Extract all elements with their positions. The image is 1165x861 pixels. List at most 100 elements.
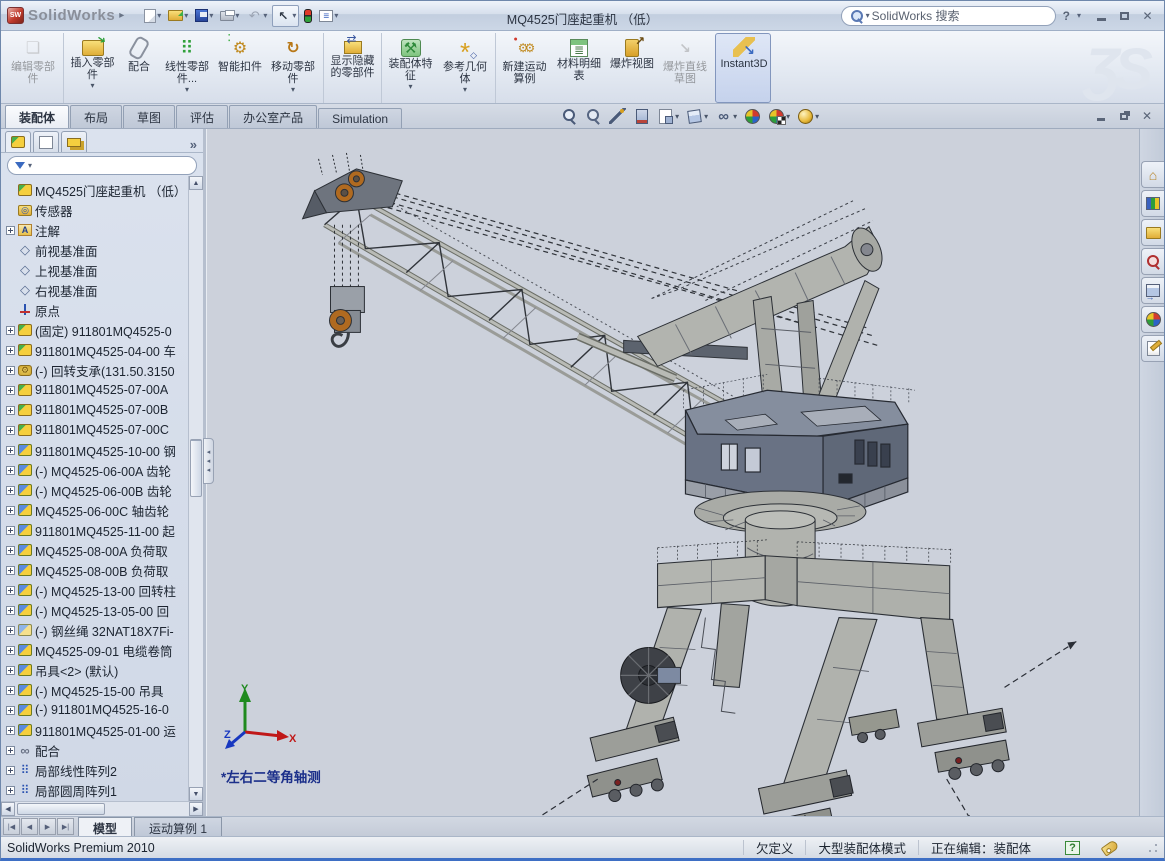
scroll-left-icon[interactable]: ◀ bbox=[1, 802, 15, 816]
panel-splitter-handle[interactable]: ◂◂◂ bbox=[203, 438, 214, 484]
ribbon-button[interactable]: Instant3D ▾ bbox=[715, 33, 771, 103]
minimize-button[interactable] bbox=[1093, 8, 1110, 23]
expand-toggle-icon[interactable] bbox=[6, 406, 15, 415]
expand-toggle-icon[interactable] bbox=[6, 526, 15, 535]
menu-expand-arrow-icon[interactable]: ▸ bbox=[119, 10, 124, 21]
tree-item[interactable]: 911801MQ4525-11-00 起 bbox=[4, 520, 188, 540]
doc-minimize-button[interactable] bbox=[1094, 110, 1108, 123]
dropdown-arrow-icon[interactable]: ▾ bbox=[675, 112, 679, 121]
tree-item[interactable]: 911801MQ4525-10-00 钢 bbox=[4, 440, 188, 460]
doc-restore-button[interactable] bbox=[1117, 110, 1131, 123]
configurationmanager-tab[interactable] bbox=[61, 131, 87, 152]
expand-toggle-icon[interactable] bbox=[6, 586, 15, 595]
expand-toggle-icon[interactable] bbox=[6, 606, 15, 615]
task-pane-button[interactable] bbox=[1141, 161, 1164, 188]
command-tab[interactable]: 办公室产品 bbox=[229, 105, 317, 128]
tree-item[interactable]: 传感器 bbox=[4, 200, 188, 220]
task-pane-button[interactable] bbox=[1141, 335, 1164, 362]
tree-item[interactable]: (-) MQ4525-06-00B 齿轮 bbox=[4, 480, 188, 500]
scroll-right-icon[interactable]: ▶ bbox=[189, 802, 203, 816]
view-tool-button[interactable]: ▾ bbox=[768, 108, 790, 124]
ribbon-button[interactable]: 移动零部件 ▾ bbox=[265, 33, 321, 103]
tree-item[interactable]: (-) MQ4525-15-00 吊具 bbox=[4, 680, 188, 700]
sheet-nav-button[interactable]: ▶ bbox=[39, 818, 56, 835]
expand-toggle-icon[interactable] bbox=[6, 426, 15, 435]
tree-item[interactable]: (-) 911801MQ4525-16-0 bbox=[4, 700, 188, 720]
ribbon-button[interactable]: 装配体特征 ▾ bbox=[381, 33, 437, 103]
command-tab[interactable]: 评估 bbox=[176, 105, 228, 128]
expand-toggle-icon[interactable] bbox=[6, 466, 15, 475]
expand-toggle-icon[interactable] bbox=[6, 446, 15, 455]
view-tool-button[interactable]: ▾ bbox=[715, 108, 737, 124]
task-pane-button[interactable] bbox=[1141, 219, 1164, 246]
view-tool-button[interactable]: ▾ bbox=[657, 108, 679, 124]
scrollbar-thumb[interactable] bbox=[17, 803, 105, 815]
tree-item[interactable]: 911801MQ4525-07-00A bbox=[4, 380, 188, 400]
tree-item[interactable]: 配合 bbox=[4, 740, 188, 760]
view-tool-button[interactable]: ▾ bbox=[585, 108, 602, 124]
tree-item[interactable]: 原点 bbox=[4, 300, 188, 320]
tree-item[interactable]: 911801MQ4525-07-00B bbox=[4, 400, 188, 420]
dropdown-arrow-icon[interactable]: ▾ bbox=[408, 83, 412, 91]
tree-item[interactable]: MQ4525-06-00C 轴齿轮 bbox=[4, 500, 188, 520]
dropdown-arrow-icon[interactable]: ▾ bbox=[733, 112, 737, 121]
resize-grip[interactable] bbox=[1148, 843, 1158, 853]
tree-horizontal-scrollbar[interactable]: ◀ ▶ bbox=[1, 801, 203, 816]
ribbon-button[interactable]: 爆炸视图 ▾ bbox=[607, 33, 657, 103]
dropdown-arrow-icon[interactable]: ▾ bbox=[334, 11, 338, 20]
sheet-nav-button[interactable]: |◀ bbox=[3, 818, 20, 835]
dropdown-arrow-icon[interactable]: ▾ bbox=[815, 112, 819, 121]
tree-item[interactable]: (固定) 911801MQ4525-0 bbox=[4, 320, 188, 340]
quick-toolbar-button[interactable]: ▾ bbox=[166, 8, 190, 23]
command-tab[interactable]: 草图 bbox=[123, 105, 175, 128]
expand-toggle-icon[interactable] bbox=[6, 366, 15, 375]
quick-toolbar-button[interactable]: ▾ bbox=[317, 8, 340, 24]
panel-collapse-button[interactable]: » bbox=[190, 137, 199, 152]
command-tab[interactable]: 布局 bbox=[70, 105, 122, 128]
task-pane-button[interactable] bbox=[1141, 277, 1164, 304]
tree-item[interactable]: 右视基准面 bbox=[4, 280, 188, 300]
sheet-nav-button[interactable]: ◀ bbox=[21, 818, 38, 835]
tag-icon[interactable] bbox=[1101, 839, 1120, 856]
quick-toolbar-button[interactable]: ▾ bbox=[218, 9, 241, 23]
dropdown-arrow-icon[interactable]: ▾ bbox=[184, 11, 188, 20]
quick-toolbar-button[interactable]: ▾ bbox=[193, 7, 215, 24]
tree-root-item[interactable]: MQ4525门座起重机 （低） bbox=[4, 180, 188, 200]
ribbon-button[interactable]: 爆炸直线草图 ▾ bbox=[657, 33, 713, 103]
tree-item[interactable]: (-) 回转支承(131.50.3150 bbox=[4, 360, 188, 380]
tree-item[interactable]: 911801MQ4525-01-00 运 bbox=[4, 720, 188, 740]
expand-toggle-icon[interactable] bbox=[6, 566, 15, 575]
dropdown-arrow-icon[interactable]: ▾ bbox=[157, 11, 161, 20]
quick-toolbar-button[interactable]: ▾ bbox=[272, 5, 299, 27]
tree-item[interactable]: MQ4525-08-00B 负荷取 bbox=[4, 560, 188, 580]
ribbon-button[interactable]: 显示隐藏的零部件 ▾ bbox=[323, 33, 379, 103]
dropdown-arrow-icon[interactable]: ▾ bbox=[704, 112, 708, 121]
tree-item[interactable]: 上视基准面 bbox=[4, 260, 188, 280]
tree-item[interactable]: (-) MQ4525-06-00A 齿轮 bbox=[4, 460, 188, 480]
dropdown-arrow-icon[interactable]: ▾ bbox=[209, 11, 213, 20]
ribbon-button[interactable]: 材料明细表 ▾ bbox=[551, 33, 607, 103]
tree-item[interactable]: 911801MQ4525-04-00 车 bbox=[4, 340, 188, 360]
tree-item[interactable]: MQ4525-09-01 电缆卷筒 bbox=[4, 640, 188, 660]
quick-toolbar-button[interactable]: ▾ bbox=[244, 6, 269, 26]
expand-toggle-icon[interactable] bbox=[6, 326, 15, 335]
tree-filter-input[interactable]: ▾ bbox=[7, 156, 197, 175]
view-tool-button[interactable]: ▾ bbox=[561, 108, 578, 124]
expand-toggle-icon[interactable] bbox=[6, 626, 15, 635]
tree-item[interactable]: 局部线性阵列2 bbox=[4, 760, 188, 780]
expand-toggle-icon[interactable] bbox=[6, 726, 15, 735]
propertymanager-tab[interactable] bbox=[33, 131, 59, 152]
dropdown-arrow-icon[interactable]: ▾ bbox=[292, 11, 296, 20]
expand-toggle-icon[interactable] bbox=[6, 646, 15, 655]
graphics-viewport[interactable]: Y X Z *左右二等角轴测 ◂◂◂ bbox=[206, 129, 1139, 816]
expand-toggle-icon[interactable] bbox=[6, 546, 15, 555]
tree-item[interactable]: (-) MQ4525-13-00 回转柱 bbox=[4, 580, 188, 600]
tree-item[interactable]: (-) MQ4525-13-05-00 回 bbox=[4, 600, 188, 620]
expand-toggle-icon[interactable] bbox=[6, 706, 15, 715]
expand-toggle-icon[interactable] bbox=[6, 506, 15, 515]
expand-toggle-icon[interactable] bbox=[6, 746, 15, 755]
ribbon-button[interactable]: 线性零部件... ▾ bbox=[159, 33, 215, 103]
expand-toggle-icon[interactable] bbox=[6, 766, 15, 775]
expand-toggle-icon[interactable] bbox=[6, 666, 15, 675]
command-tab[interactable]: 装配体 bbox=[5, 105, 69, 128]
